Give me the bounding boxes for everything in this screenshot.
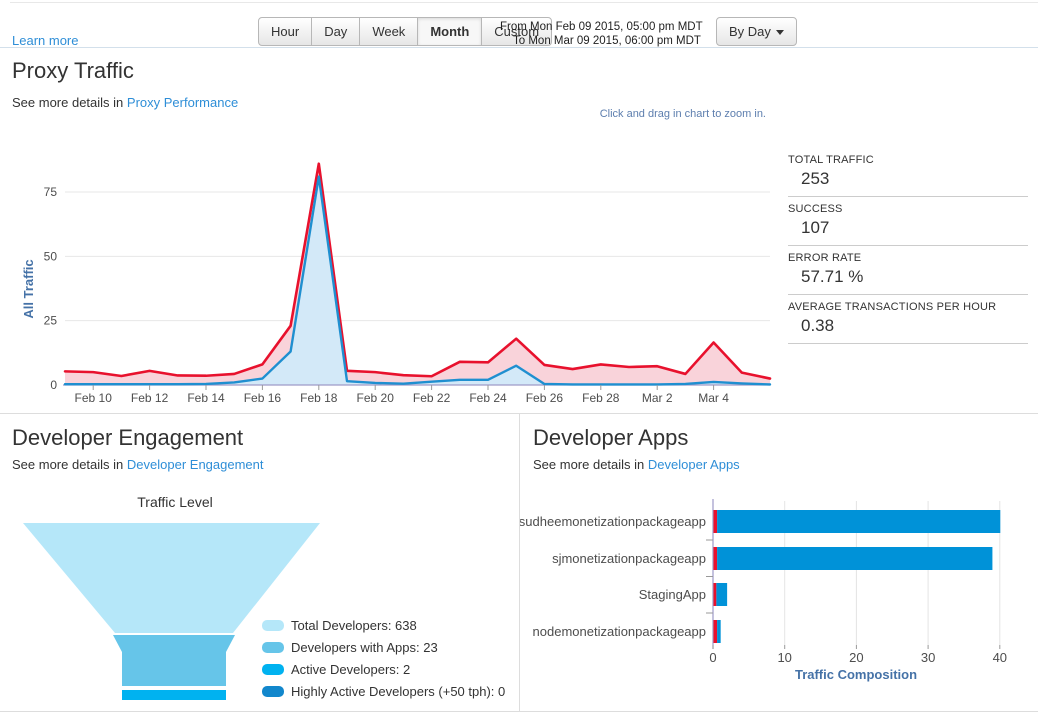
x-tick-label: Feb 20 xyxy=(357,391,395,405)
dashboard: Learn more HourDayWeekMonthCustom From M… xyxy=(0,0,1038,717)
legend-item: Developers with Apps: 23 xyxy=(262,640,505,655)
legend-swatch-icon xyxy=(262,664,284,675)
legend-label: Total Developers: 638 xyxy=(291,618,417,633)
group-by-label: By Day xyxy=(729,24,771,39)
subtitle-text: See more details in xyxy=(12,95,127,110)
stat-label: SUCCESS xyxy=(788,203,1028,215)
funnel-stage-3[interactable] xyxy=(122,690,226,700)
error-bar-segment[interactable] xyxy=(714,510,718,533)
traffic-bar-segment[interactable] xyxy=(717,547,992,570)
legend-label: Developers with Apps: 23 xyxy=(291,640,438,655)
range-button-hour[interactable]: Hour xyxy=(258,17,312,46)
stat-label: AVERAGE TRANSACTIONS PER HOUR xyxy=(788,301,1028,313)
group-by-dropdown[interactable]: By Day xyxy=(716,17,797,46)
funnel-legend: Total Developers: 638 Developers with App… xyxy=(262,618,505,706)
bar-category-label: nodemonetizationpackageapp xyxy=(533,624,706,639)
stat-row: ERROR RATE 57.71 % xyxy=(788,246,1028,295)
x-tick-label: Feb 14 xyxy=(187,391,225,405)
x-tick-label: Feb 10 xyxy=(75,391,113,405)
bar-category-label: sjmonetizationpackageapp xyxy=(552,551,706,566)
learn-more-link[interactable]: Learn more xyxy=(12,33,78,48)
y-axis-title: All Traffic xyxy=(21,259,36,318)
legend-swatch-icon xyxy=(262,642,284,653)
stat-value: 253 xyxy=(788,169,1028,189)
success-area-fill xyxy=(65,177,770,385)
y-tick-label: 0 xyxy=(50,378,57,392)
subtitle-text: See more details in xyxy=(533,457,648,472)
developer-engagement-subtitle: See more details in Developer Engagement xyxy=(12,457,264,472)
range-button-month[interactable]: Month xyxy=(417,17,482,46)
x-tick-label: 30 xyxy=(921,650,935,665)
subtitle-text: See more details in xyxy=(12,457,127,472)
developer-apps-subtitle: See more details in Developer Apps xyxy=(533,457,740,472)
funnel-stage-1[interactable] xyxy=(23,523,320,633)
x-axis-title: Traffic Composition xyxy=(795,667,917,682)
range-button-week[interactable]: Week xyxy=(359,17,418,46)
legend-item: Highly Active Developers (+50 tph): 0 xyxy=(262,684,505,699)
x-tick-label: 0 xyxy=(709,650,716,665)
bar-category-label: sudheemonetizationpackageapp xyxy=(520,514,706,529)
y-tick-label: 25 xyxy=(44,314,58,328)
bottom-divider xyxy=(0,711,1038,712)
x-tick-label: Feb 18 xyxy=(300,391,338,405)
y-tick-label: 50 xyxy=(44,249,58,263)
x-tick-label: Feb 26 xyxy=(526,391,564,405)
developer-engagement-title: Developer Engagement xyxy=(12,425,243,451)
stat-value: 0.38 xyxy=(788,316,1028,336)
proxy-traffic-title: Proxy Traffic xyxy=(12,58,134,84)
stat-label: ERROR RATE xyxy=(788,252,1028,264)
stat-row: AVERAGE TRANSACTIONS PER HOUR 0.38 xyxy=(788,295,1028,344)
traffic-area-fill xyxy=(65,164,770,385)
error-bar-segment[interactable] xyxy=(714,620,718,643)
date-range-from: From Mon Feb 09 2015, 05:00 pm MDT xyxy=(500,20,703,34)
stat-value: 57.71 % xyxy=(788,267,1028,287)
error-bar-segment[interactable] xyxy=(714,547,718,570)
x-tick-label: Feb 16 xyxy=(244,391,282,405)
stat-value: 107 xyxy=(788,218,1028,238)
traffic-bar-segment[interactable] xyxy=(717,510,1000,533)
traffic-bar-segment[interactable] xyxy=(717,620,721,643)
x-tick-label: 20 xyxy=(849,650,863,665)
legend-swatch-icon xyxy=(262,686,284,697)
x-tick-label: Feb 12 xyxy=(131,391,169,405)
stat-row: SUCCESS 107 xyxy=(788,197,1028,246)
traffic-bar-segment[interactable] xyxy=(716,583,727,606)
x-tick-label: Mar 2 xyxy=(642,391,673,405)
legend-label: Active Developers: 2 xyxy=(291,662,410,677)
date-range-text: From Mon Feb 09 2015, 05:00 pm MDT To Mo… xyxy=(500,20,703,48)
developer-apps-title: Developer Apps xyxy=(533,425,688,451)
developer-apps-bar-chart[interactable]: sudheemonetizationpackageapp sjmonetizati… xyxy=(520,495,1038,700)
traffic-line[interactable] xyxy=(65,164,770,379)
legend-swatch-icon xyxy=(262,620,284,631)
bar-category-label: StagingApp xyxy=(639,587,706,602)
error-bar-segment[interactable] xyxy=(714,583,717,606)
legend-label: Highly Active Developers (+50 tph): 0 xyxy=(291,684,505,699)
proxy-traffic-subtitle: See more details in Proxy Performance xyxy=(12,95,238,110)
stat-row: TOTAL TRAFFIC 253 xyxy=(788,148,1028,197)
developer-apps-link[interactable]: Developer Apps xyxy=(648,457,740,472)
funnel-stage-2[interactable] xyxy=(113,635,235,686)
x-tick-label: Feb 28 xyxy=(582,391,620,405)
x-tick-label: Mar 4 xyxy=(698,391,729,405)
range-button-day[interactable]: Day xyxy=(311,17,360,46)
stat-label: TOTAL TRAFFIC xyxy=(788,154,1028,166)
chevron-down-icon xyxy=(776,30,784,35)
traffic-stats-panel: TOTAL TRAFFIC 253 SUCCESS 107 ERROR RATE 57.7… xyxy=(788,148,1028,344)
legend-item: Total Developers: 638 xyxy=(262,618,505,633)
proxy-traffic-area-chart[interactable]: 0 25 50 75 Feb 10 Feb 12 Feb 14 Feb 16 Feb 18 Feb… xyxy=(0,125,780,415)
success-line[interactable] xyxy=(65,177,770,385)
developer-engagement-link[interactable]: Developer Engagement xyxy=(127,457,264,472)
zoom-hint-text: Click and drag in chart to zoom in. xyxy=(600,108,766,120)
y-tick-label: 75 xyxy=(44,185,58,199)
x-tick-label: Feb 22 xyxy=(413,391,451,405)
legend-item: Active Developers: 2 xyxy=(262,662,505,677)
top-border xyxy=(10,2,1038,3)
proxy-performance-link[interactable]: Proxy Performance xyxy=(127,95,238,110)
header-divider xyxy=(0,47,1038,48)
date-range-to: To Mon Mar 09 2015, 06:00 pm MDT xyxy=(513,34,703,48)
x-tick-label: Feb 24 xyxy=(469,391,507,405)
x-tick-label: 40 xyxy=(993,650,1007,665)
x-tick-label: 10 xyxy=(777,650,791,665)
